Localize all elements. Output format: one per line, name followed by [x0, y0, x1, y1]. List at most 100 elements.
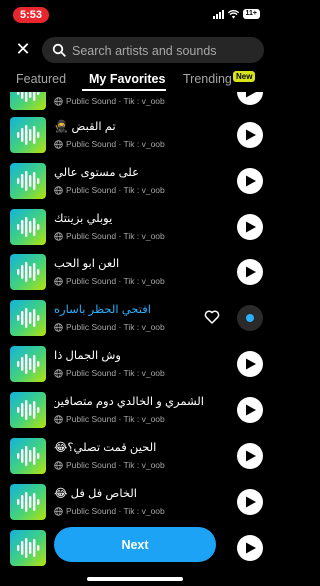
sound-title: تم القبض 🥷: [54, 121, 116, 133]
sound-row[interactable]: وش الجمال ذا Public Sound · Tik : v_oob: [0, 346, 270, 392]
tab-featured[interactable]: Featured: [16, 72, 66, 86]
sound-cover[interactable]: [10, 300, 46, 336]
play-button[interactable]: [237, 535, 263, 561]
sound-subtitle-row: Public Sound · Tik : v_oob: [54, 139, 165, 149]
sound-subtitle: Public Sound · Tik : v_oob: [66, 414, 165, 424]
waveform-icon: [17, 171, 40, 191]
waveform-icon: [17, 92, 40, 102]
use-sound-button[interactable]: [237, 305, 263, 331]
sound-cover[interactable]: [10, 209, 46, 245]
sound-row[interactable]: افتحي الحظر باساره Public Sound · Tik : v…: [0, 300, 270, 346]
sound-subtitle: Public Sound · Tik : v_oob: [66, 139, 165, 149]
play-icon: [246, 92, 256, 98]
sound-row[interactable]: الخاص فل فل 😂 Public Sound · Tik : v_oob: [0, 484, 270, 530]
sound-subtitle: Public Sound · Tik : v_oob: [66, 96, 165, 106]
sound-subtitle: Public Sound · Tik : v_oob: [66, 322, 165, 332]
sound-subtitle: Public Sound · Tik : v_oob: [66, 368, 165, 378]
sound-cover[interactable]: [10, 438, 46, 474]
sound-row[interactable]: على مستوى عالي Public Sound · Tik : v_oob: [0, 163, 270, 209]
sound-title: العن ابو الحب: [54, 258, 120, 270]
home-indicator: [87, 577, 183, 581]
tab-my-favorites[interactable]: My Favorites: [89, 72, 165, 86]
selected-dot-icon: [246, 314, 254, 322]
play-icon: [246, 175, 256, 187]
waveform-icon: [17, 262, 40, 282]
play-icon: [246, 450, 256, 462]
globe-icon: [54, 96, 63, 106]
sound-row[interactable]: يوبلي بزينتك Public Sound · Tik : v_oob: [0, 209, 270, 255]
sound-title: يوبلي بزينتك: [54, 213, 113, 225]
sound-title: على مستوى عالي: [54, 167, 139, 179]
play-button[interactable]: [237, 92, 263, 105]
waveform-icon: [17, 492, 40, 512]
sound-cover[interactable]: [10, 484, 46, 520]
sound-cover[interactable]: [10, 254, 46, 290]
sound-subtitle-row: Public Sound · Tik : v_oob: [54, 276, 165, 286]
status-indicators: 11+: [212, 9, 260, 19]
play-icon: [246, 496, 256, 508]
active-tab-indicator: [82, 89, 166, 91]
play-icon: [246, 542, 256, 554]
sound-subtitle-row: Public Sound · Tik : v_oob: [54, 96, 165, 106]
sound-row[interactable]: تم القبض 🥷 Public Sound · Tik : v_oob: [0, 117, 270, 163]
sound-cover[interactable]: [10, 117, 46, 153]
globe-icon: [54, 506, 63, 516]
search-bar[interactable]: [42, 37, 264, 63]
close-icon[interactable]: ✕: [14, 40, 32, 58]
play-icon: [246, 266, 256, 278]
favorite-heart-icon[interactable]: [204, 309, 220, 325]
sound-subtitle-row: Public Sound · Tik : v_oob: [54, 231, 165, 241]
waveform-icon: [17, 446, 40, 466]
play-button[interactable]: [237, 214, 263, 240]
next-button[interactable]: Next: [54, 527, 216, 562]
play-button[interactable]: [237, 351, 263, 377]
sound-subtitle-row: Public Sound · Tik : v_oob: [54, 185, 165, 195]
status-time: 5:53: [13, 7, 49, 23]
play-button[interactable]: [237, 489, 263, 515]
sound-title: الشمري و الخالدي دوم متصافين🫡: [54, 396, 204, 408]
play-icon: [246, 221, 256, 233]
sound-row[interactable]: الحين قمت تصلي؟😂 Public Sound · Tik : v_o…: [0, 438, 270, 484]
signal-icon: [212, 9, 224, 19]
play-button[interactable]: [237, 443, 263, 469]
tab-bar: Featured My Favorites Trending: [0, 70, 270, 92]
sound-subtitle-row: Public Sound · Tik : v_oob: [54, 322, 165, 332]
play-button[interactable]: [237, 168, 263, 194]
sound-row[interactable]: العن ابو الحب Public Sound · Tik : v_oob: [0, 254, 270, 300]
waveform-icon: [17, 125, 40, 145]
sound-cover[interactable]: [10, 92, 46, 110]
globe-icon: [54, 368, 63, 378]
waveform-icon: [17, 538, 40, 558]
globe-icon: [54, 414, 63, 424]
new-badge: New: [233, 71, 256, 82]
sound-row[interactable]: Public Sound · Tik : v_oob: [0, 92, 270, 120]
sound-cover[interactable]: [10, 163, 46, 199]
sound-cover[interactable]: [10, 346, 46, 382]
wifi-icon: [227, 9, 239, 18]
sound-row[interactable]: الشمري و الخالدي دوم متصافين🫡 Public Soun…: [0, 392, 270, 438]
play-button[interactable]: [237, 259, 263, 285]
play-button[interactable]: [237, 397, 263, 423]
globe-icon: [54, 460, 63, 470]
sound-subtitle: Public Sound · Tik : v_oob: [66, 506, 165, 516]
search-input[interactable]: [70, 41, 260, 61]
globe-icon: [54, 276, 63, 286]
favorites-list[interactable]: Public Sound · Tik : v_oob تم القبض 🥷 Publ…: [0, 92, 270, 586]
play-button[interactable]: [237, 122, 263, 148]
sound-subtitle: Public Sound · Tik : v_oob: [66, 276, 165, 286]
sound-cover[interactable]: [10, 530, 46, 566]
sound-title: الحين قمت تصلي؟😂: [54, 442, 157, 454]
sound-cover[interactable]: [10, 392, 46, 428]
sound-subtitle-row: Public Sound · Tik : v_oob: [54, 460, 165, 470]
globe-icon: [54, 185, 63, 195]
tab-trending[interactable]: Trending: [183, 72, 232, 86]
waveform-icon: [17, 354, 40, 374]
sound-subtitle-row: Public Sound · Tik : v_oob: [54, 368, 165, 378]
waveform-icon: [17, 400, 40, 420]
search-icon: [52, 43, 66, 57]
status-bar: 5:53 11+: [0, 0, 270, 30]
waveform-icon: [17, 308, 40, 328]
play-icon: [246, 358, 256, 370]
play-icon: [246, 404, 256, 416]
sound-title: الخاص فل فل 😂: [54, 488, 137, 500]
